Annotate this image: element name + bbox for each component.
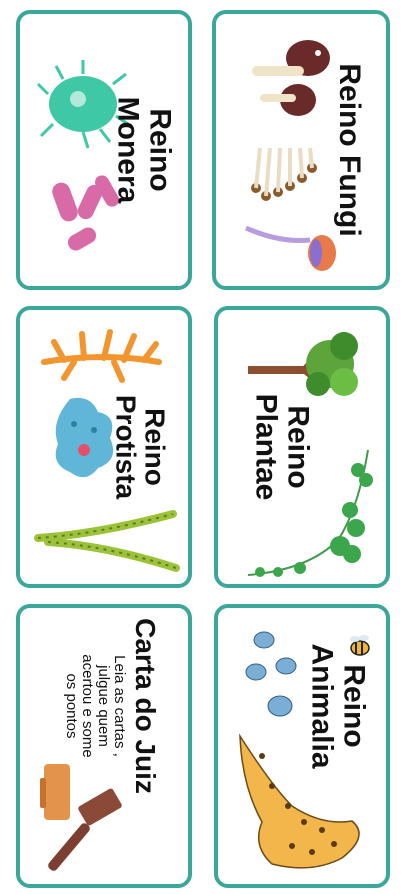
title-line-2: Monera [112, 96, 145, 204]
green-alga-illustration [34, 510, 180, 572]
card-title: Reino Protista [110, 394, 171, 500]
card-title: Reino Animalia [306, 643, 371, 769]
orange-alga-illustration [41, 329, 162, 383]
card-reino-monera[interactable]: Reino Monera [16, 10, 192, 290]
card-title: Reino Plantae [250, 393, 315, 501]
card-reino-plantae[interactable]: Reino Plantae [214, 306, 390, 588]
card-title: Carta do Juiz [130, 618, 162, 794]
card-content: Carta do Juiz Leia as cartas , julgue qu… [63, 618, 162, 794]
card-reino-protista[interactable]: Reino Protista [16, 306, 192, 588]
instruction-line-2: julgue quem [95, 665, 113, 747]
title-line-1: Reino [139, 408, 171, 486]
card-title: Reino Fungi [332, 63, 366, 237]
title-line-2: Animalia [306, 643, 339, 769]
title-line-1: Reino [281, 405, 315, 489]
title-line-2: Protista [110, 394, 141, 500]
instruction-line-1: Leia as cartas , [110, 655, 128, 757]
fish-illustration [245, 631, 297, 717]
instruction-line-4: os pontos [63, 673, 81, 739]
card-reino-fungi[interactable]: Reino Fungi [212, 10, 390, 290]
card-reino-animalia[interactable]: Reino Animalia [214, 604, 390, 888]
instruction-line-3: acertou e some [79, 654, 97, 758]
title-line-1: Reino [143, 108, 177, 192]
title-line-2: Plantae [250, 393, 283, 501]
card-carta-do-juiz[interactable]: Carta do Juiz Leia as cartas , julgue qu… [16, 604, 192, 888]
title-line-1: Reino [337, 664, 371, 748]
card-title: Reino Monera [112, 96, 177, 204]
